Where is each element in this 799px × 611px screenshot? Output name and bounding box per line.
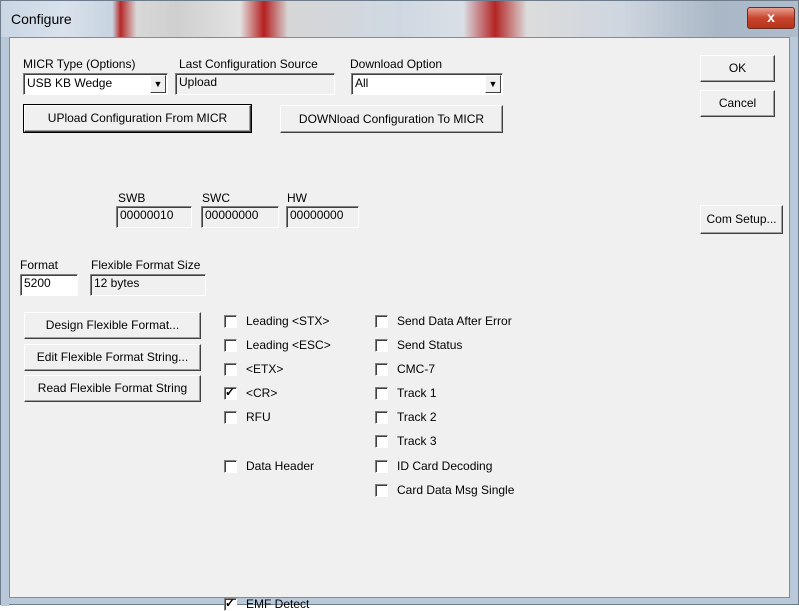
design-flexible-format-button[interactable]: Design Flexible Format...	[24, 312, 201, 339]
hw-field: 00000000	[286, 206, 359, 228]
checkbox-label: Card Data Msg Single	[397, 483, 515, 497]
checkbox-label: Send Data After Error	[397, 314, 512, 328]
swc-field: 00000000	[201, 206, 279, 228]
checkbox-box[interactable]	[224, 362, 237, 376]
window-title: Configure	[11, 11, 72, 27]
ok-button[interactable]: OK	[700, 55, 775, 82]
checkbox-label: Leading <ESC>	[246, 338, 331, 352]
card-data-msg-single-checkbox[interactable]: Card Data Msg Single	[375, 483, 514, 497]
checkbox-box[interactable]	[375, 410, 388, 424]
configure-window: Configure x MICR Type (Options) Last Con…	[0, 0, 799, 611]
checkbox-box[interactable]	[375, 338, 388, 352]
checkbox-box[interactable]	[375, 314, 388, 328]
checkbox-label: Track 1	[397, 386, 437, 400]
check-icon: ✓	[225, 595, 236, 610]
leading-esc-checkbox[interactable]: Leading <ESC>	[224, 338, 331, 352]
leading-stx-checkbox[interactable]: Leading <STX>	[224, 314, 329, 328]
emf-detect-checkbox[interactable]: ✓ EMF Detect	[224, 595, 310, 611]
checkbox-box[interactable]	[375, 483, 388, 497]
cmc7-checkbox[interactable]: CMC-7	[375, 362, 435, 376]
data-header-checkbox[interactable]: Data Header	[224, 459, 314, 473]
checkbox-box[interactable]	[375, 386, 388, 400]
checkbox-box[interactable]	[375, 434, 388, 448]
track3-checkbox[interactable]: Track 3	[375, 434, 437, 448]
send-status-checkbox[interactable]: Send Status	[375, 338, 462, 352]
track1-checkbox[interactable]: Track 1	[375, 386, 437, 400]
checkbox-box[interactable]	[224, 459, 237, 473]
checkbox-box[interactable]: ✓	[224, 384, 237, 400]
checkbox-box[interactable]	[375, 459, 388, 473]
checkbox-label: ID Card Decoding	[397, 459, 493, 473]
last-source-label: Last Configuration Source	[179, 57, 318, 71]
checkbox-label: Leading <STX>	[246, 314, 330, 328]
checkbox-label: RFU	[246, 410, 271, 424]
checkbox-label: Send Status	[397, 338, 463, 352]
format-label: Format	[20, 258, 59, 272]
swb-field: 00000010	[116, 206, 192, 228]
com-setup-button[interactable]: Com Setup...	[700, 205, 783, 234]
cancel-button[interactable]: Cancel	[700, 90, 775, 117]
checkbox-label: <ETX>	[246, 362, 284, 376]
checkbox-label: <CR>	[246, 386, 278, 400]
dialog-client-area: MICR Type (Options) Last Configuration S…	[9, 37, 790, 611]
micr-type-label: MICR Type (Options)	[23, 57, 136, 71]
checkbox-label: Track 3	[397, 434, 437, 448]
download-option-value: All	[355, 76, 369, 90]
id-card-decoding-checkbox[interactable]: ID Card Decoding	[375, 459, 492, 473]
upload-config-button[interactable]: UPload Configuration From MICR	[23, 104, 252, 133]
checkbox-label: Data Header	[246, 459, 315, 473]
chevron-down-icon[interactable]: ▼	[485, 75, 501, 93]
close-icon: x	[767, 9, 775, 25]
checkbox-label: CMC-7	[397, 362, 435, 376]
cr-checkbox[interactable]: ✓ <CR>	[224, 384, 278, 400]
checkbox-box[interactable]	[224, 314, 237, 328]
checkbox-label: EMF Detect	[246, 597, 310, 611]
edit-flexible-format-button[interactable]: Edit Flexible Format String...	[24, 344, 201, 371]
checkbox-box[interactable]	[224, 338, 237, 352]
swc-label: SWC	[202, 191, 230, 205]
hw-label: HW	[287, 191, 307, 205]
download-config-button[interactable]: DOWNload Configuration To MICR	[280, 105, 503, 133]
download-option-select[interactable]: All ▼	[351, 73, 503, 95]
check-icon: ✓	[225, 384, 236, 399]
checkbox-box[interactable]: ✓	[224, 595, 237, 611]
etx-checkbox[interactable]: <ETX>	[224, 362, 283, 376]
title-bar[interactable]: Configure x	[1, 1, 798, 37]
checkbox-box[interactable]	[375, 362, 388, 376]
download-option-label: Download Option	[350, 57, 443, 71]
micr-type-select[interactable]: USB KB Wedge ▼	[23, 73, 168, 95]
checkbox-box[interactable]	[224, 410, 237, 424]
swb-label: SWB	[118, 191, 146, 205]
read-flexible-format-button[interactable]: Read Flexible Format String	[24, 375, 201, 402]
checkbox-label: Track 2	[397, 410, 437, 424]
track2-checkbox[interactable]: Track 2	[375, 410, 437, 424]
flexible-format-size-field: 12 bytes	[90, 274, 206, 296]
chevron-down-icon[interactable]: ▼	[150, 75, 166, 93]
rfu-checkbox[interactable]: RFU	[224, 410, 271, 424]
window-frame	[1, 37, 9, 606]
format-input[interactable]: 5200	[20, 274, 78, 296]
send-data-after-error-checkbox[interactable]: Send Data After Error	[375, 314, 512, 328]
flexible-format-size-label: Flexible Format Size	[91, 258, 201, 272]
micr-type-value: USB KB Wedge	[27, 76, 113, 90]
last-source-field: Upload	[175, 73, 335, 95]
close-button[interactable]: x	[747, 7, 795, 29]
